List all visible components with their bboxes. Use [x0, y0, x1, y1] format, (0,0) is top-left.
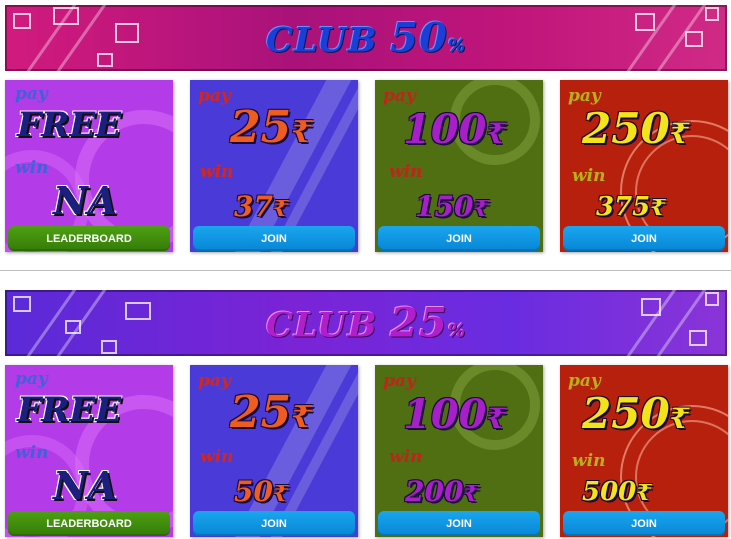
banner-title: CLUB 25% — [265, 299, 467, 347]
card-pay-100: pay 100₹ win 150₹ JOIN — [375, 80, 543, 252]
join-button[interactable]: JOIN — [563, 226, 725, 251]
club-50-banner: CLUB 50% — [5, 5, 727, 71]
win-value: 500₹ — [582, 477, 652, 507]
win-label: win — [389, 162, 423, 182]
card-pay-25: pay 25₹ win 37₹ JOIN — [190, 80, 358, 252]
pay-label: pay — [198, 86, 231, 106]
win-value: 200₹ — [405, 475, 479, 508]
pay-value: FREE — [17, 390, 122, 430]
join-button[interactable]: JOIN — [193, 511, 355, 536]
join-button[interactable]: JOIN — [193, 226, 355, 251]
win-value: 150₹ — [415, 190, 489, 223]
pay-value: 100₹ — [403, 391, 506, 438]
win-value: 375₹ — [596, 192, 666, 222]
win-label: win — [200, 447, 234, 467]
pay-value: 250₹ — [582, 389, 690, 438]
pay-label: pay — [198, 371, 231, 391]
win-value: NA — [53, 178, 118, 223]
pay-label: pay — [15, 84, 48, 104]
pay-label: pay — [568, 86, 601, 106]
win-label: win — [572, 166, 606, 186]
win-label: win — [389, 447, 423, 467]
club-25-banner: CLUB 25% — [5, 290, 727, 356]
pay-label: pay — [383, 86, 416, 106]
join-button[interactable]: JOIN — [378, 226, 540, 251]
card-free: pay FREE win NA LEADERBOARD — [5, 80, 173, 252]
pay-label: pay — [568, 371, 601, 391]
pay-label: pay — [383, 371, 416, 391]
pay-value: 100₹ — [403, 106, 506, 153]
win-value: NA — [53, 463, 118, 508]
pay-label: pay — [15, 369, 48, 389]
leaderboard-button[interactable]: LEADERBOARD — [8, 511, 170, 536]
card-pay-100: pay 100₹ win 200₹ JOIN — [375, 365, 543, 537]
card-pay-250: pay 250₹ win 375₹ JOIN — [560, 80, 728, 252]
card-pay-250: pay 250₹ win 500₹ JOIN — [560, 365, 728, 537]
win-label: win — [15, 158, 49, 178]
win-label: win — [15, 443, 49, 463]
pay-value: FREE — [17, 105, 122, 145]
card-free: pay FREE win NA LEADERBOARD — [5, 365, 173, 537]
join-button[interactable]: JOIN — [563, 511, 725, 536]
pay-value: 25₹ — [230, 102, 313, 153]
pay-value: 250₹ — [582, 104, 690, 153]
leaderboard-button[interactable]: LEADERBOARD — [8, 226, 170, 251]
join-button[interactable]: JOIN — [378, 511, 540, 536]
win-label: win — [572, 451, 606, 471]
pay-value: 25₹ — [230, 387, 313, 438]
win-value: 50₹ — [234, 475, 289, 508]
section-divider — [0, 270, 731, 271]
card-pay-25: pay 25₹ win 50₹ JOIN — [190, 365, 358, 537]
win-label: win — [200, 162, 234, 182]
win-value: 37₹ — [234, 190, 289, 223]
banner-title: CLUB 50% — [265, 14, 467, 62]
